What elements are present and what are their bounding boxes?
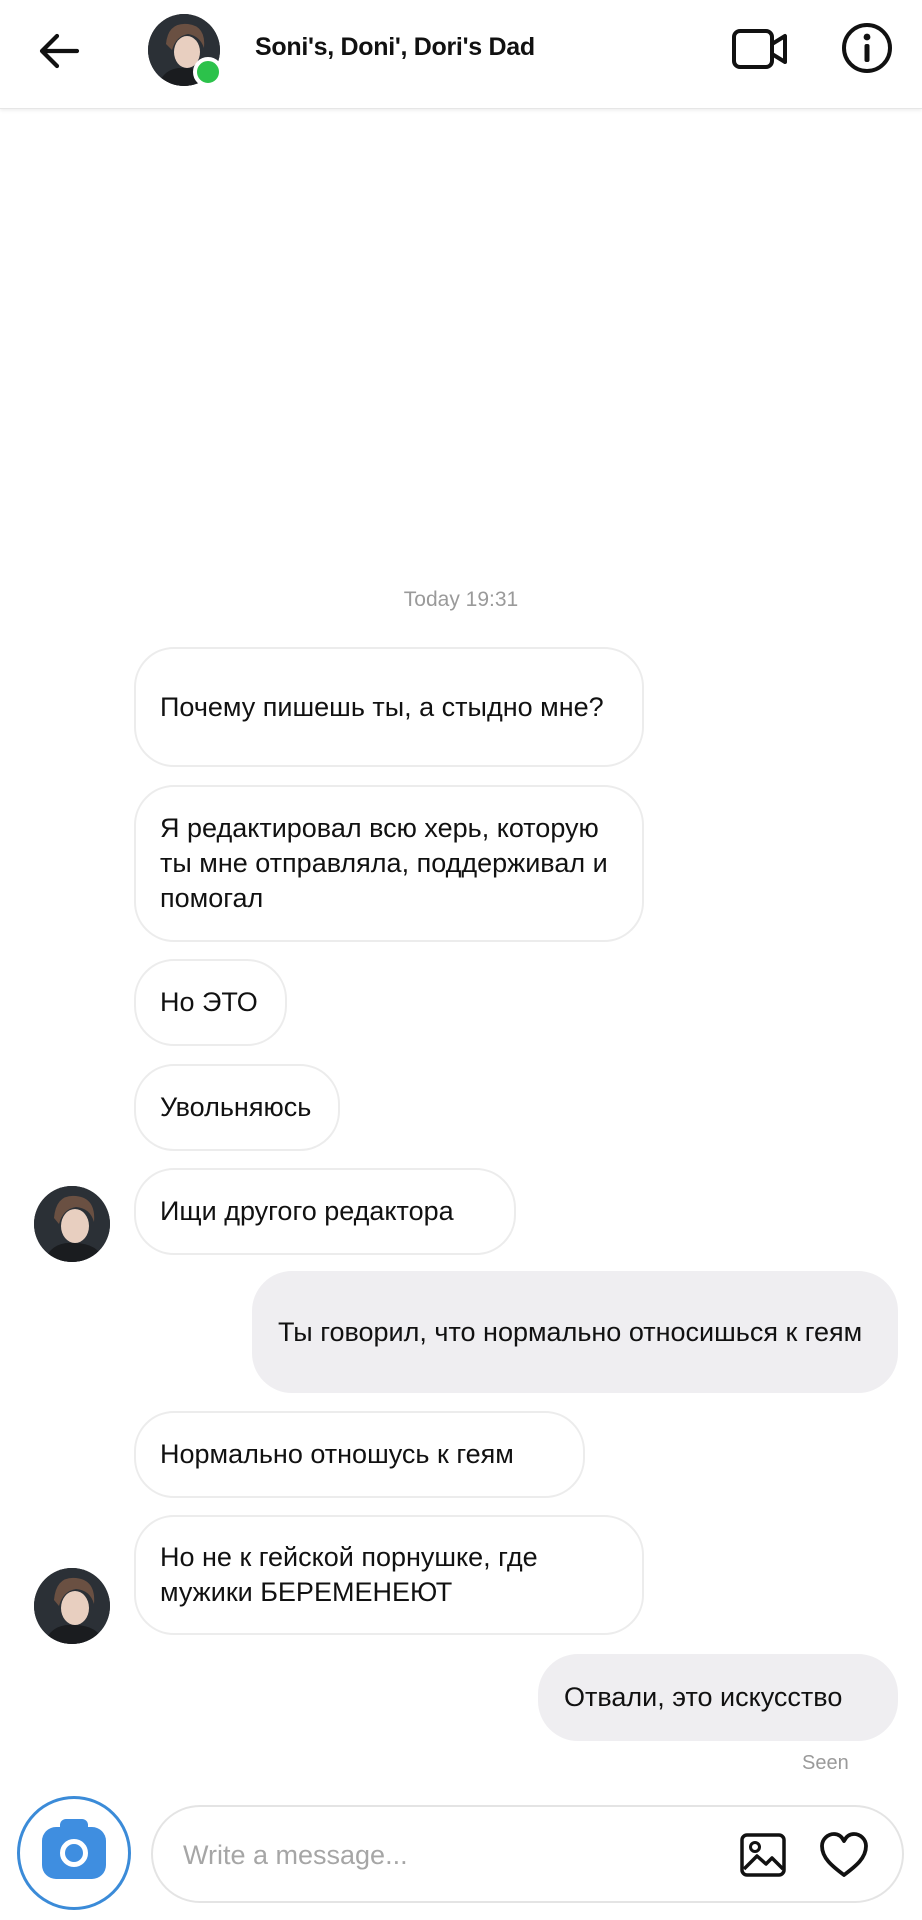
message-text: Нормально отношусь к геям	[160, 1439, 514, 1469]
message-text: Ищи другого редактора	[160, 1196, 454, 1226]
chat-header: Soni's, Doni', Dori's Dad	[0, 0, 922, 109]
sender-avatar[interactable]	[34, 1568, 110, 1644]
like-button[interactable]	[816, 1827, 872, 1883]
gallery-button[interactable]	[737, 1829, 789, 1881]
video-camera-icon	[732, 29, 787, 69]
message-timestamp: Today 19:31	[403, 588, 519, 611]
message-text: Но не к гейской порнушке, где мужики БЕР…	[160, 1542, 538, 1607]
online-status-dot	[193, 57, 223, 87]
image-icon	[740, 1833, 786, 1877]
incoming-message[interactable]: Но не к гейской порнушке, где мужики БЕР…	[134, 1515, 644, 1635]
incoming-message[interactable]: Нормально отношусь к геям	[134, 1411, 585, 1498]
info-button[interactable]	[837, 18, 897, 78]
back-button[interactable]	[28, 22, 90, 80]
outgoing-message[interactable]: Отвали, это искусство	[538, 1654, 898, 1741]
video-call-button[interactable]	[728, 20, 792, 78]
sender-avatar[interactable]	[34, 1186, 110, 1262]
message-text: Увольняюсь	[160, 1092, 312, 1122]
camera-icon	[42, 1819, 106, 1879]
camera-button[interactable]	[17, 1796, 131, 1910]
message-text: Ты говорил, что нормально относишься к г…	[278, 1316, 863, 1347]
message-text: Но ЭТО	[160, 987, 258, 1017]
seen-status: Seen	[802, 1752, 849, 1774]
incoming-message[interactable]: Я редактировал всю херь, которую ты мне …	[134, 785, 644, 942]
message-text: Почему пишешь ты, а стыдно мне?	[160, 691, 604, 722]
message-composer	[151, 1805, 904, 1903]
incoming-message[interactable]: Почему пишешь ты, а стыдно мне?	[134, 647, 644, 767]
outgoing-message[interactable]: Ты говорил, что нормально относишься к г…	[252, 1271, 898, 1393]
incoming-message[interactable]: Но ЭТО	[134, 959, 287, 1046]
conversation-title[interactable]: Soni's, Doni', Dori's Dad	[255, 33, 535, 62]
contact-avatar[interactable]	[148, 14, 223, 87]
message-input[interactable]	[181, 1831, 705, 1879]
message-text: Отвали, это искусство	[564, 1682, 843, 1712]
incoming-message[interactable]: Ищи другого редактора	[134, 1168, 516, 1255]
incoming-message[interactable]: Увольняюсь	[134, 1064, 340, 1151]
info-icon	[842, 23, 892, 73]
heart-icon	[820, 1832, 868, 1877]
arrow-left-icon	[39, 33, 80, 69]
message-text: Я редактировал всю херь, которую ты мне …	[160, 813, 608, 913]
